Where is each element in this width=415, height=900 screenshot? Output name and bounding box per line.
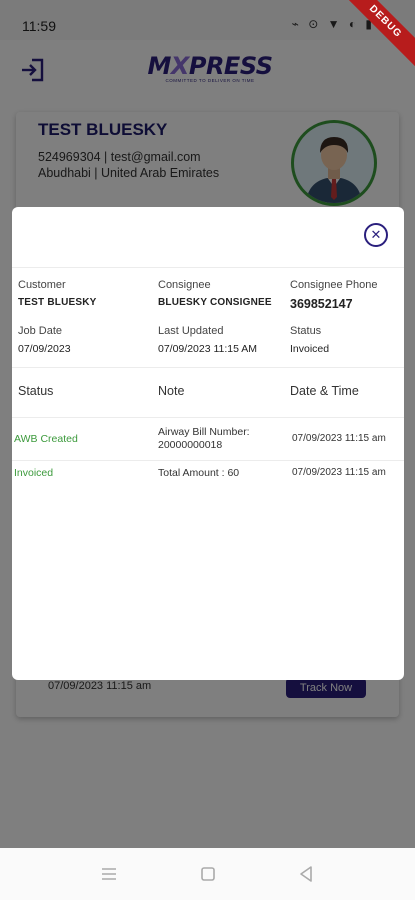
- back-triangle-icon[interactable]: [296, 864, 316, 884]
- consignee-phone-value: 369852147: [290, 297, 353, 311]
- system-nav-bar: [0, 848, 415, 900]
- history-datetime: 07/09/2023 11:15 am: [292, 467, 386, 478]
- divider: [12, 267, 404, 268]
- consignee-value: BLUESKY CONSIGNEE: [158, 297, 272, 308]
- history-status-header: Status: [18, 384, 54, 398]
- job-date-field: Job Date 07/09/2023: [18, 325, 71, 355]
- divider: [12, 460, 404, 461]
- customer-field: Customer TEST BLUESKY: [18, 279, 97, 308]
- home-square-icon[interactable]: [198, 864, 218, 884]
- menu-icon[interactable]: [99, 864, 119, 884]
- history-status: Invoiced: [14, 467, 54, 479]
- history-status: AWB Created: [14, 433, 78, 445]
- history-note: Total Amount : 60: [158, 467, 240, 479]
- job-date-value: 07/09/2023: [18, 343, 71, 355]
- history-row: Invoiced Total Amount : 60 07/09/2023 11…: [12, 465, 404, 485]
- last-updated-field: Last Updated 07/09/2023 11:15 AM: [158, 325, 257, 355]
- job-date-label: Job Date: [18, 325, 63, 337]
- close-button[interactable]: ✕: [364, 223, 388, 247]
- customer-value: TEST BLUESKY: [18, 297, 97, 308]
- consignee-phone-label: Consignee Phone: [290, 279, 378, 291]
- history-datetime: 07/09/2023 11:15 am: [292, 433, 386, 444]
- history-datetime-header: Date & Time: [290, 384, 359, 398]
- history-row: AWB Created Airway Bill Number: 20000000…: [12, 426, 404, 460]
- consignee-label: Consignee: [158, 279, 211, 291]
- history-note-header: Note: [158, 384, 185, 398]
- divider: [12, 417, 404, 418]
- customer-label: Customer: [18, 279, 66, 291]
- divider: [12, 367, 404, 368]
- history-note: Airway Bill Number: 20000000018: [158, 426, 250, 451]
- status-value: Invoiced: [290, 343, 330, 355]
- status-label: Status: [290, 325, 322, 337]
- close-icon: ✕: [370, 227, 382, 242]
- consignee-field: Consignee BLUESKY CONSIGNEE: [158, 279, 272, 308]
- consignee-phone-field: Consignee Phone 369852147: [290, 279, 377, 311]
- shipment-detail-dialog: ✕ Customer TEST BLUESKY Consignee BLUESK…: [12, 207, 404, 680]
- last-updated-label: Last Updated: [158, 325, 224, 337]
- last-updated-value: 07/09/2023 11:15 AM: [158, 343, 258, 355]
- status-field: Status Invoiced: [290, 325, 329, 355]
